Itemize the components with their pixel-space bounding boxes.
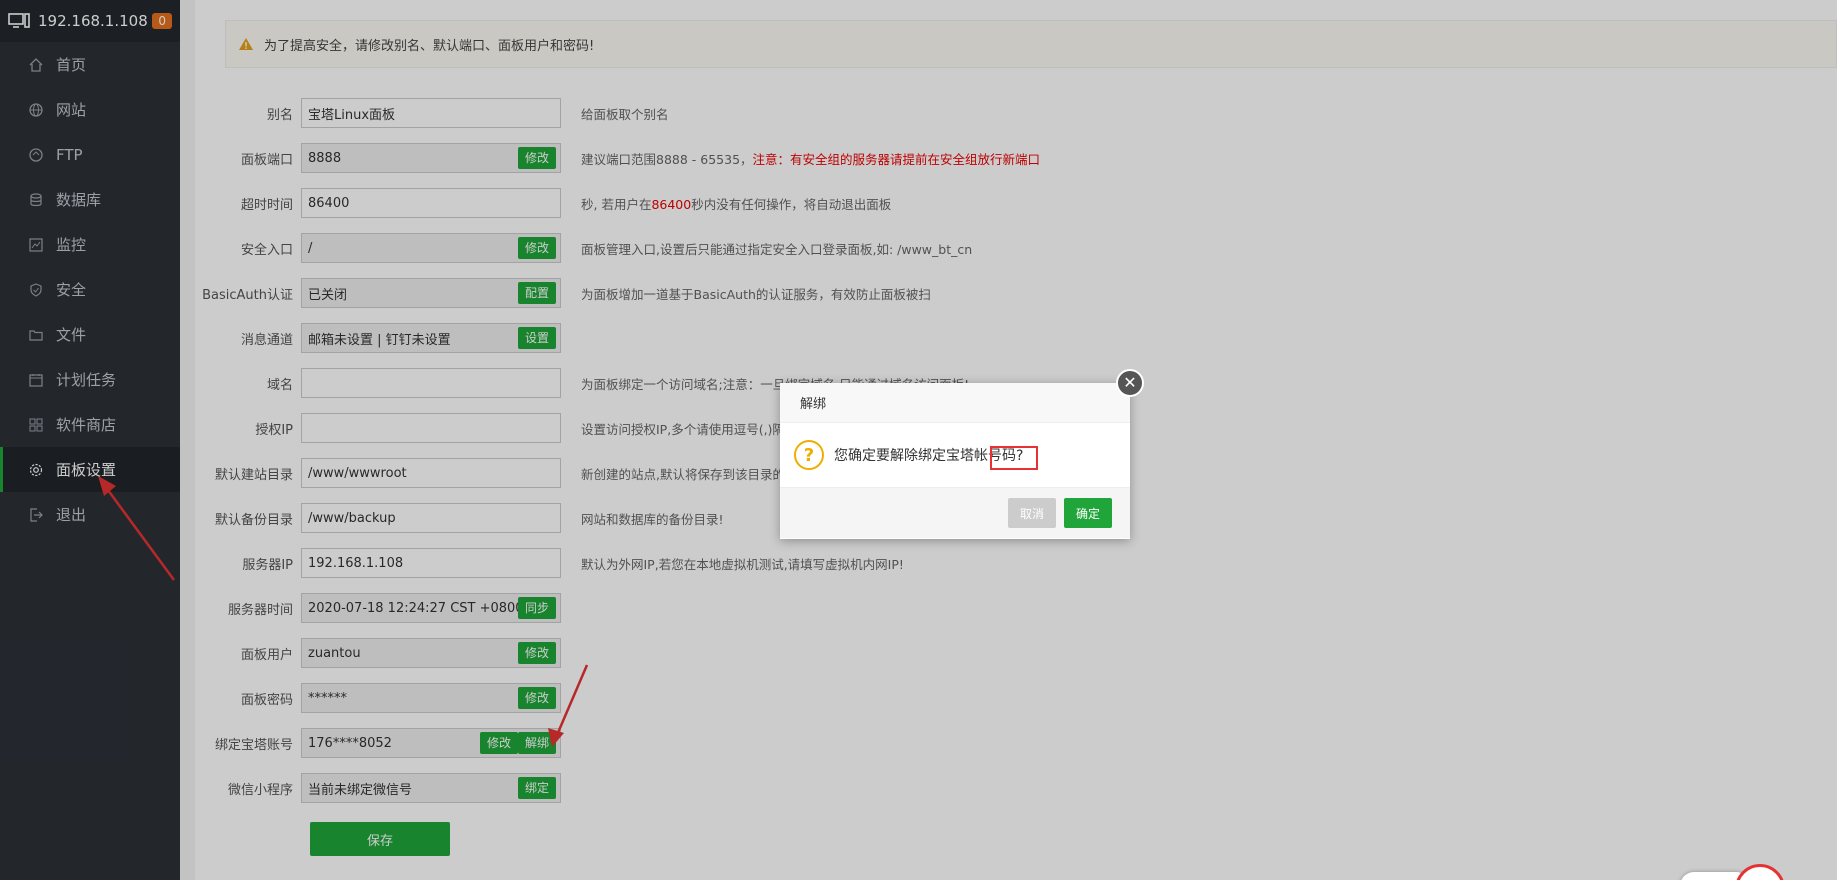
- close-icon[interactable]: ✕: [1116, 369, 1144, 397]
- annotation-highlight-box: [990, 446, 1038, 470]
- dialog-footer: 取消 确定: [780, 487, 1130, 538]
- dialog-title: 解绑: [780, 383, 1130, 423]
- unbind-dialog: ✕ 解绑 ? 您确定要解除绑定宝塔帐号码? 取消 确定: [780, 369, 1144, 539]
- dialog-body: ? 您确定要解除绑定宝塔帐号码?: [780, 423, 1130, 487]
- cancel-button[interactable]: 取消: [1008, 498, 1056, 528]
- question-icon: ?: [794, 440, 824, 470]
- confirm-button[interactable]: 确定: [1064, 498, 1112, 528]
